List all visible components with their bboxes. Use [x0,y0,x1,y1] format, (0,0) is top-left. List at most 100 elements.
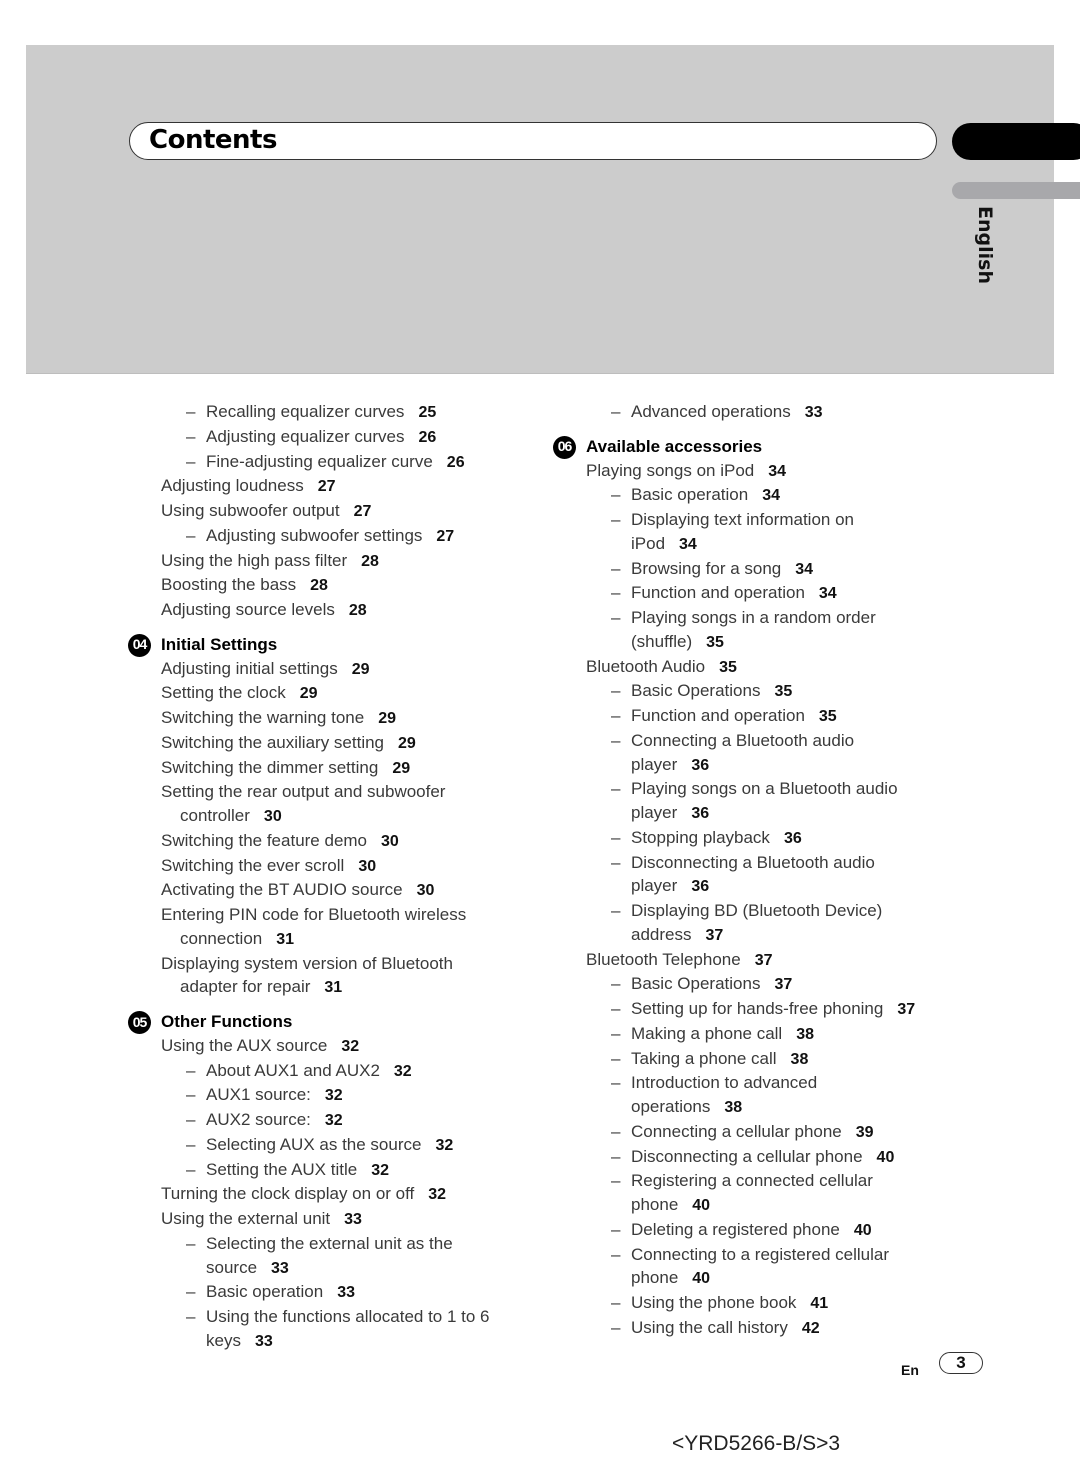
toc-subentry[interactable]: – Basic Operations 37 [553,972,953,997]
toc-entry[interactable]: Using the external unit 33 [128,1207,538,1232]
toc-entry[interactable]: Using subwoofer output 27 [128,499,538,524]
toc-subentry[interactable]: – AUX1 source: 32 [128,1083,538,1108]
dash-bullet: – [186,1159,196,1179]
toc-subentry[interactable]: – Disconnecting a Bluetooth audio [553,851,953,875]
toc-entry-text: Playing songs on a Bluetooth audio [631,779,898,799]
toc-subentry[interactable]: – Stopping playback 36 [553,826,953,851]
toc-entry[interactable]: adapter for repair 31 [128,975,538,1000]
toc-subentry[interactable]: phone 40 [553,1266,953,1291]
toc-entry[interactable]: Bluetooth Audio 35 [553,655,953,680]
toc-entry[interactable]: Switching the dimmer setting 29 [128,756,538,781]
toc-subentry[interactable]: – Basic operation 33 [128,1280,538,1305]
toc-subentry[interactable]: – Taking a phone call 38 [553,1047,953,1072]
toc-entry-text: Introduction to advanced [631,1073,818,1093]
toc-subentry[interactable]: – Displaying text information on [553,508,953,532]
toc-entry[interactable]: Playing songs on iPod 34 [553,459,953,484]
language-tab-label: English [974,206,996,284]
toc-subentry[interactable]: – Setting the AUX title 32 [128,1158,538,1183]
toc-entry[interactable]: Switching the feature demo 30 [128,829,538,854]
toc-subentry[interactable]: – AUX2 source: 32 [128,1108,538,1133]
toc-subentry[interactable]: iPod 34 [553,532,953,557]
toc-section-heading[interactable]: 04 Initial Settings [128,633,538,657]
section-number-badge: 04 [128,633,151,657]
toc-subentry[interactable]: – Connecting to a registered cellular [553,1243,953,1267]
toc-subentry[interactable]: – Displaying BD (Bluetooth Device) [553,899,953,923]
toc-entry[interactable]: Adjusting loudness 27 [128,474,538,499]
toc-entry[interactable]: Entering PIN code for Bluetooth wireless [128,903,538,927]
toc-subentry[interactable]: – About AUX1 and AUX2 32 [128,1059,538,1084]
toc-subentry[interactable]: source 33 [128,1256,538,1281]
toc-subentry[interactable]: – Deleting a registered phone 40 [553,1218,953,1243]
dash-bullet: – [186,451,196,471]
toc-entry-text: Recalling equalizer curves [206,402,405,421]
toc-entry[interactable]: controller 30 [128,804,538,829]
section-title: Initial Settings [161,634,278,654]
toc-entry-text: Setting the clock [161,683,286,703]
toc-entry[interactable]: Boosting the bass 28 [128,573,538,598]
toc-subentry[interactable]: – Adjusting equalizer curves 26 [128,425,538,450]
toc-subentry[interactable]: – Registering a connected cellular [553,1169,953,1193]
toc-entry-text: connection [180,928,263,948]
toc-entry-text: Making a phone call [631,1023,783,1043]
toc-entry[interactable]: connection 31 [128,927,538,952]
toc-subentry[interactable]: – Setting up for hands-free phoning 37 [553,997,953,1022]
toc-subentry[interactable]: – Basic Operations 35 [553,679,953,704]
toc-subentry[interactable]: address 37 [553,923,953,948]
toc-subentry[interactable]: – Browsing for a song 34 [553,557,953,582]
toc-entry[interactable]: Setting the rear output and subwoofer [128,780,538,804]
toc-subentry[interactable]: player 36 [553,801,953,826]
toc-subentry[interactable]: – Making a phone call 38 [553,1022,953,1047]
toc-entry[interactable]: Switching the warning tone 29 [128,706,538,731]
toc-subentry[interactable]: – Playing songs on a Bluetooth audio [553,777,953,801]
toc-entry[interactable]: Using the AUX source 32 [128,1034,538,1059]
toc-entry-text: player [631,803,678,822]
toc-subentry[interactable]: – Selecting the external unit as the [128,1232,538,1256]
toc-page-number: 26 [446,453,465,471]
toc-subentry[interactable]: – Advanced operations 33 [553,400,953,425]
toc-entry[interactable]: Setting the clock 29 [128,681,538,706]
toc-subentry[interactable]: – Recalling equalizer curves 25 [128,400,538,425]
toc-subentry[interactable]: – Function and operation 35 [553,704,953,729]
toc-page-number: 28 [348,602,367,619]
toc-subentry[interactable]: – Function and operation 34 [553,581,953,606]
toc-subentry[interactable]: – Basic operation 34 [553,483,953,508]
toc-entry-text: Basic Operations [631,681,761,701]
toc-entry[interactable]: Using the high pass filter 28 [128,549,538,574]
toc-subentry[interactable]: – Playing songs in a random order [553,606,953,630]
toc-entry[interactable]: Adjusting source levels 28 [128,598,538,623]
dash-bullet: – [611,1146,621,1166]
dash-bullet: – [186,525,196,545]
toc-entry[interactable]: Switching the auxiliary setting 29 [128,731,538,756]
toc-subentry[interactable]: – Adjusting subwoofer settings 27 [128,524,538,549]
toc-entry[interactable]: Adjusting initial settings 29 [128,657,538,682]
dash-bullet: – [611,1244,621,1264]
toc-subentry[interactable]: operations 38 [553,1095,953,1120]
toc-subentry[interactable]: – Disconnecting a cellular phone 40 [553,1145,953,1170]
toc-subentry[interactable]: – Selecting AUX as the source 32 [128,1133,538,1158]
toc-entry-text: Bluetooth Audio [586,656,706,676]
toc-entry[interactable]: Displaying system version of Bluetooth [128,952,538,976]
toc-subentry[interactable]: player 36 [553,874,953,899]
toc-subentry[interactable]: player 36 [553,753,953,778]
toc-subentry[interactable]: – Using the functions allocated to 1 to 6 [128,1305,538,1329]
toc-subentry[interactable]: phone 40 [553,1193,953,1218]
toc-entry[interactable]: Switching the ever scroll 30 [128,854,538,879]
toc-subentry[interactable]: – Introduction to advanced [553,1071,953,1095]
toc-entry-text: Setting the AUX title [206,1159,358,1179]
toc-subentry[interactable]: (shuffle) 35 [553,630,953,655]
toc-entry[interactable]: Activating the BT AUDIO source 30 [128,878,538,903]
toc-section-heading[interactable]: 05 Other Functions [128,1010,538,1034]
toc-subentry[interactable]: – Connecting a cellular phone 39 [553,1120,953,1145]
toc-subentry[interactable]: – Using the phone book 41 [553,1291,953,1316]
toc-subentry[interactable]: – Using the call history 42 [553,1316,953,1341]
toc-subentry[interactable]: keys 33 [128,1329,538,1354]
toc-section-heading[interactable]: 06 Available accessories [553,435,953,459]
toc-subentry[interactable]: – Connecting a Bluetooth audio [553,729,953,753]
toc-entry[interactable]: Bluetooth Telephone 37 [553,948,953,973]
toc-subentry[interactable]: – Fine-adjusting equalizer curve 26 [128,450,538,475]
toc-entry[interactable]: Turning the clock display on or off 32 [128,1182,538,1207]
toc-page-number: 32 [393,1062,412,1080]
toc-entry-text: AUX1 source: [206,1085,311,1105]
toc-page-number: 33 [804,404,823,421]
toc-page-number: 35 [719,658,737,676]
